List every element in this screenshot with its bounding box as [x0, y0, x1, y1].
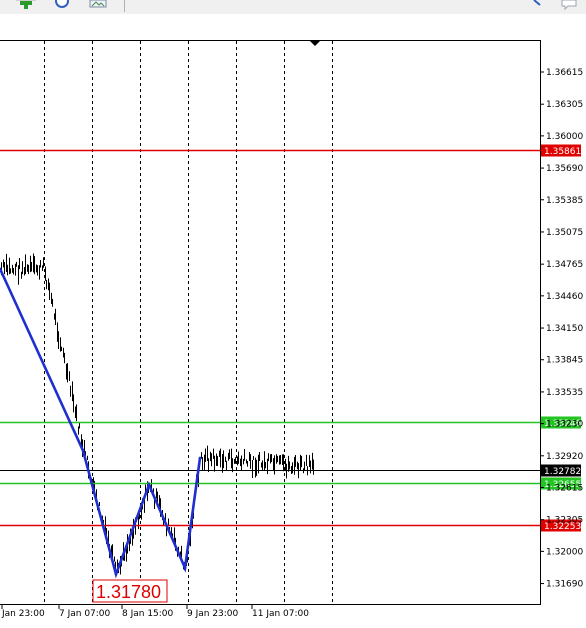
navigator-button[interactable] — [52, 0, 72, 13]
price-tick-label: 1.34765 — [546, 260, 583, 270]
price-tick-label: 1.35385 — [546, 196, 583, 206]
price-tick-label: 1.33845 — [546, 356, 583, 366]
level-price-tag-label: 1.32782 — [544, 467, 581, 477]
comment-tool-button[interactable] — [558, 0, 578, 13]
time-tick-label: 7 Jan 07:00 — [59, 609, 111, 619]
price-tick-label: 1.33535 — [546, 388, 583, 398]
circle-icon — [55, 0, 69, 8]
price-tick-label: 1.36305 — [546, 100, 583, 110]
toolbar — [0, 0, 586, 14]
level-price-tag-label: 1.35861 — [544, 147, 581, 157]
image-button[interactable] — [88, 0, 108, 13]
low-annotation: 1.31780 — [92, 579, 168, 603]
zigzag-point — [147, 483, 151, 487]
speech-icon — [561, 0, 577, 11]
price-tick-label: 1.32305 — [546, 516, 583, 526]
new-order-button[interactable] — [16, 0, 36, 13]
price-tick-label: 1.34150 — [546, 324, 583, 334]
time-axis: Jan 23:00 7 Jan 07:00 8 Jan 15:00 9 Jan 23:… — [1, 605, 309, 619]
price-tick-label: 1.32615 — [546, 483, 583, 493]
price-tick-label: 1.31690 — [546, 580, 583, 590]
zigzag-point — [114, 572, 118, 576]
time-tick-label: 11 Jan 07:00 — [252, 609, 309, 619]
price-tick-label: 1.35075 — [546, 228, 583, 238]
price-tick-label: 1.32000 — [546, 547, 583, 557]
arrow-icon — [533, 0, 541, 6]
time-tick-label: Jan 23:00 — [1, 609, 45, 619]
price-tick-label: 1.32920 — [546, 452, 583, 462]
price-tick-label: 1.36615 — [546, 68, 583, 78]
zigzag-point — [183, 566, 187, 570]
plot-area[interactable] — [0, 40, 540, 605]
zigzag-point — [81, 449, 85, 452]
price-tick-label: 1.34460 — [546, 292, 583, 302]
price-chart[interactable]: 1.358611.332461.327821.326551.32253 1.36… — [0, 0, 586, 628]
low-annotation-label: 1.31780 — [96, 582, 161, 602]
picture-icon — [89, 0, 107, 8]
price-tick-label: 1.33230 — [546, 420, 583, 430]
zigzag-point — [198, 456, 202, 460]
toolbar-separator — [124, 0, 125, 12]
arrow-tool-button[interactable] — [528, 0, 548, 13]
time-tick-label: 9 Jan 23:00 — [187, 609, 239, 619]
plus-icon — [16, 0, 36, 9]
price-tick-label: 1.36000 — [546, 132, 583, 142]
time-tick-label: 8 Jan 15:00 — [122, 609, 174, 619]
price-tick-label: 1.35690 — [546, 164, 583, 174]
